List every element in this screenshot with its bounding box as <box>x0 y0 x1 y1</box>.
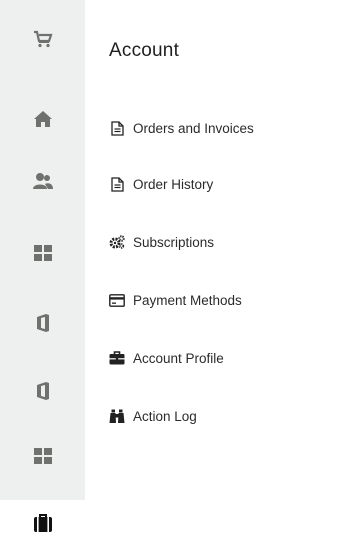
gears-icon <box>109 234 125 250</box>
briefcase-icon <box>33 513 52 532</box>
menu-item-orders-and-invoices[interactable]: Orders and Invoices <box>109 116 254 140</box>
menu-item-label: Subscriptions <box>133 234 215 250</box>
document-icon <box>109 176 125 192</box>
office-icon <box>36 382 49 400</box>
menu-item-subscriptions[interactable]: Subscriptions <box>109 230 214 254</box>
rail-item-apps-2[interactable] <box>0 425 85 487</box>
grid-icon <box>33 245 52 261</box>
grid-icon <box>33 448 52 464</box>
credit-card-icon <box>109 292 125 308</box>
menu-item-label: Payment Methods <box>133 292 242 308</box>
cart-icon <box>33 30 53 48</box>
document-icon <box>109 120 125 136</box>
menu-item-label: Orders and Invoices <box>133 120 254 136</box>
menu-item-label: Order History <box>133 176 214 192</box>
rail-item-home[interactable] <box>0 88 85 150</box>
menu-item-order-history[interactable]: Order History <box>109 172 213 196</box>
menu-item-payment-methods[interactable]: Payment Methods <box>109 288 242 312</box>
menu-item-label: Account Profile <box>133 350 224 366</box>
menu-item-account-profile[interactable]: Account Profile <box>109 346 224 370</box>
rail-item-account[interactable] <box>0 500 85 545</box>
left-nav-rail <box>0 0 85 545</box>
account-menu-panel: Account Orders and Invoices Order Histor… <box>85 0 348 545</box>
rail-item-cart[interactable] <box>0 8 85 70</box>
binoculars-icon <box>109 408 125 424</box>
panel-title: Account <box>109 40 180 61</box>
office-icon <box>36 314 49 332</box>
rail-item-users[interactable] <box>0 150 85 212</box>
rail-item-office-1[interactable] <box>0 292 85 354</box>
menu-item-label: Action Log <box>133 408 197 424</box>
rail-item-apps[interactable] <box>0 222 85 284</box>
home-icon <box>33 111 52 127</box>
rail-item-office-2[interactable] <box>0 360 85 422</box>
briefcase-icon <box>109 350 125 366</box>
menu-item-action-log[interactable]: Action Log <box>109 404 197 428</box>
users-icon <box>32 173 53 189</box>
